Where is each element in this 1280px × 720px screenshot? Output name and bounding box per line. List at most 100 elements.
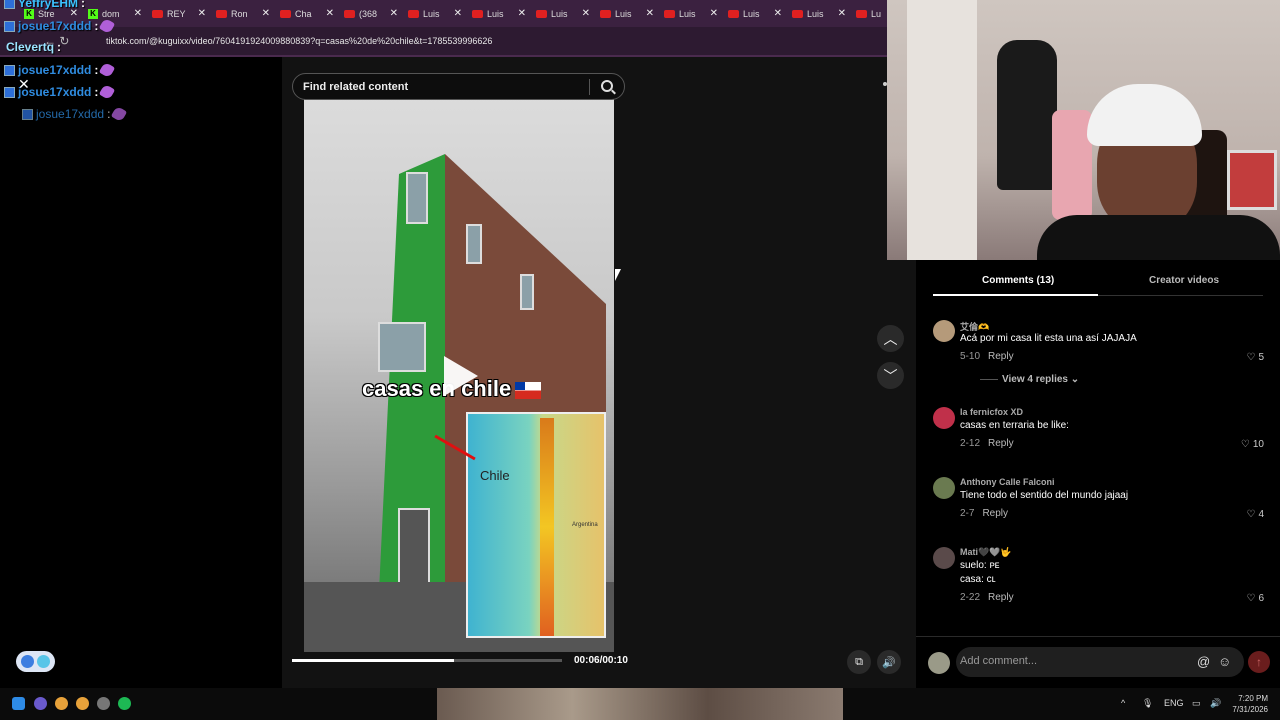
comment-text: casa: ᴄʟ bbox=[960, 574, 996, 585]
webcam-pink-item bbox=[1052, 110, 1092, 220]
close-tab-icon[interactable]: ✕ bbox=[454, 8, 462, 19]
chevron-up-icon[interactable]: ^ bbox=[1121, 698, 1125, 708]
tab-creator-videos[interactable]: Creator videos bbox=[1149, 275, 1219, 286]
close-tab-icon[interactable]: ✕ bbox=[390, 8, 398, 19]
video-player[interactable]: Argentina Chile casas en chile bbox=[304, 94, 614, 652]
reply-button[interactable]: Reply bbox=[988, 438, 1014, 449]
chat-username: Clevertq bbox=[6, 40, 55, 54]
comment-item: la fernicfox XD casas en terraria be lik… bbox=[933, 407, 1269, 452]
like-button[interactable]: ♡ 5 bbox=[1246, 352, 1264, 363]
browser-tab[interactable]: (368 ✕ bbox=[340, 0, 404, 27]
miniplayer-icon: ⧉ bbox=[855, 655, 863, 668]
avatar[interactable] bbox=[933, 477, 955, 499]
chile-flag-icon bbox=[515, 381, 542, 399]
chile-map-image: Argentina bbox=[466, 412, 606, 638]
tab-comments[interactable]: Comments (13) bbox=[982, 275, 1054, 286]
send-button[interactable]: ↑ bbox=[1248, 651, 1270, 673]
comment-username[interactable]: Anthony Calle Falconi bbox=[960, 477, 1055, 487]
reply-button[interactable]: Reply bbox=[988, 351, 1014, 362]
webcam-hat bbox=[1087, 84, 1202, 146]
url-field[interactable]: tiktok.com/@kuguixx/video/76041919240098… bbox=[106, 36, 492, 46]
chat-username: josue17xddd bbox=[36, 107, 105, 121]
emoji-icon[interactable]: ☺ bbox=[1218, 654, 1231, 669]
spotify-icon[interactable] bbox=[118, 697, 131, 710]
emote-icon bbox=[99, 61, 116, 79]
miniplayer-button[interactable]: ⧉ bbox=[847, 650, 871, 674]
browser-tab[interactable]: Lu bbox=[852, 0, 887, 27]
browser-tab[interactable]: Luis ✕ bbox=[660, 0, 724, 27]
browser-tab[interactable]: Luis ✕ bbox=[404, 0, 468, 27]
kick-icon: K bbox=[88, 8, 98, 19]
divider bbox=[589, 79, 590, 95]
close-icon[interactable]: ✕ bbox=[18, 76, 30, 93]
language-indicator[interactable]: ENG bbox=[1164, 698, 1184, 708]
windows-taskbar: ^ 🎙 ENG ▭ 🔊 7:20 PM 7/31/2026 bbox=[0, 688, 1280, 720]
comment-item: Anthony Calle Falconi Tiene todo el sent… bbox=[933, 477, 1269, 522]
browser-tab[interactable]: Luis ✕ bbox=[596, 0, 660, 27]
close-tab-icon[interactable]: ✕ bbox=[134, 8, 142, 19]
close-tab-icon[interactable]: ✕ bbox=[518, 8, 526, 19]
comment-username[interactable]: Mati🖤🩶🤟 bbox=[960, 547, 1012, 558]
close-tab-icon[interactable]: ✕ bbox=[838, 8, 846, 19]
microphone-icon[interactable]: 🎙 bbox=[1142, 698, 1153, 709]
previous-video-button[interactable]: ︿ bbox=[877, 325, 904, 352]
discord-icon[interactable] bbox=[34, 697, 47, 710]
like-button[interactable]: ♡ 6 bbox=[1246, 593, 1264, 604]
close-tab-icon[interactable]: ✕ bbox=[262, 8, 270, 19]
avatar[interactable] bbox=[933, 320, 955, 342]
browser-tab[interactable]: Luis ✕ bbox=[468, 0, 532, 27]
view-replies-button[interactable]: View 4 replies ⌄ bbox=[980, 374, 1079, 385]
reply-button[interactable]: Reply bbox=[982, 508, 1008, 519]
mouse-cursor-icon bbox=[615, 269, 621, 281]
browser-tab[interactable]: Luis ✕ bbox=[532, 0, 596, 27]
windows-start-icon[interactable] bbox=[12, 697, 25, 710]
like-button[interactable]: ♡ 10 bbox=[1241, 439, 1264, 450]
extension-icon bbox=[20, 655, 34, 668]
comment-username[interactable]: 艾倫🫶 bbox=[960, 320, 989, 333]
map-label: Argentina bbox=[572, 522, 598, 528]
close-tab-icon[interactable]: ✕ bbox=[326, 8, 334, 19]
volume-icon[interactable]: 🔊 bbox=[1210, 698, 1221, 709]
browser-tab[interactable]: Luis ✕ bbox=[724, 0, 788, 27]
close-tab-icon[interactable]: ✕ bbox=[710, 8, 718, 19]
like-button[interactable]: ♡ 4 bbox=[1246, 509, 1264, 520]
chat-message: josue17xddd: bbox=[4, 61, 116, 79]
comment-username[interactable]: la fernicfox XD bbox=[960, 407, 1023, 417]
reply-button[interactable]: Reply bbox=[988, 592, 1014, 603]
obs-icon[interactable] bbox=[97, 697, 110, 710]
search-icon[interactable] bbox=[601, 80, 613, 92]
avatar[interactable] bbox=[933, 407, 955, 429]
close-tab-icon[interactable]: ✕ bbox=[646, 8, 654, 19]
browser-tab[interactable]: REY ✕ bbox=[148, 0, 212, 27]
extension-widget[interactable] bbox=[16, 651, 55, 672]
comment-meta: 2-7 Reply bbox=[960, 508, 1008, 519]
comment-input-placeholder[interactable]: Add comment... bbox=[960, 655, 1037, 667]
mention-icon[interactable]: @ bbox=[1197, 654, 1210, 669]
close-tab-icon[interactable]: ✕ bbox=[774, 8, 782, 19]
video-progress-bar[interactable] bbox=[292, 659, 562, 662]
youtube-icon bbox=[600, 9, 611, 18]
avatar[interactable] bbox=[933, 547, 955, 569]
close-tab-icon[interactable]: ✕ bbox=[198, 8, 206, 19]
comment-meta: 5-10 Reply bbox=[960, 351, 1014, 362]
browser-tab[interactable]: Ron ✕ bbox=[212, 0, 276, 27]
play-icon[interactable] bbox=[444, 356, 478, 396]
badge-icon bbox=[4, 86, 15, 98]
search-bar[interactable]: Find related content bbox=[292, 73, 625, 100]
search-input[interactable]: Find related content bbox=[303, 81, 408, 93]
emote-icon bbox=[111, 105, 128, 123]
browser-tab[interactable]: Luis ✕ bbox=[788, 0, 852, 27]
webcam-feed bbox=[887, 0, 1280, 260]
comment-date: 2-12 bbox=[960, 438, 981, 449]
close-tab-icon[interactable]: ✕ bbox=[582, 8, 590, 19]
chevron-down-icon: ﹀ bbox=[883, 367, 898, 384]
volume-button[interactable]: 🔊 bbox=[877, 650, 901, 674]
chrome-icon[interactable] bbox=[76, 697, 89, 710]
map-label: Chile bbox=[480, 468, 510, 483]
network-icon[interactable]: ▭ bbox=[1192, 698, 1201, 709]
taskbar-clock[interactable]: 7:20 PM 7/31/2026 bbox=[1232, 693, 1268, 715]
chrome-icon[interactable] bbox=[55, 697, 68, 710]
browser-tab[interactable]: Cha ✕ bbox=[276, 0, 340, 27]
next-video-button[interactable]: ﹀ bbox=[877, 362, 904, 389]
comment-item: Mati🖤🩶🤟 suelo: ᴘᴇ casa: ᴄʟ 2-22 Reply ♡ 6 bbox=[933, 547, 1269, 607]
